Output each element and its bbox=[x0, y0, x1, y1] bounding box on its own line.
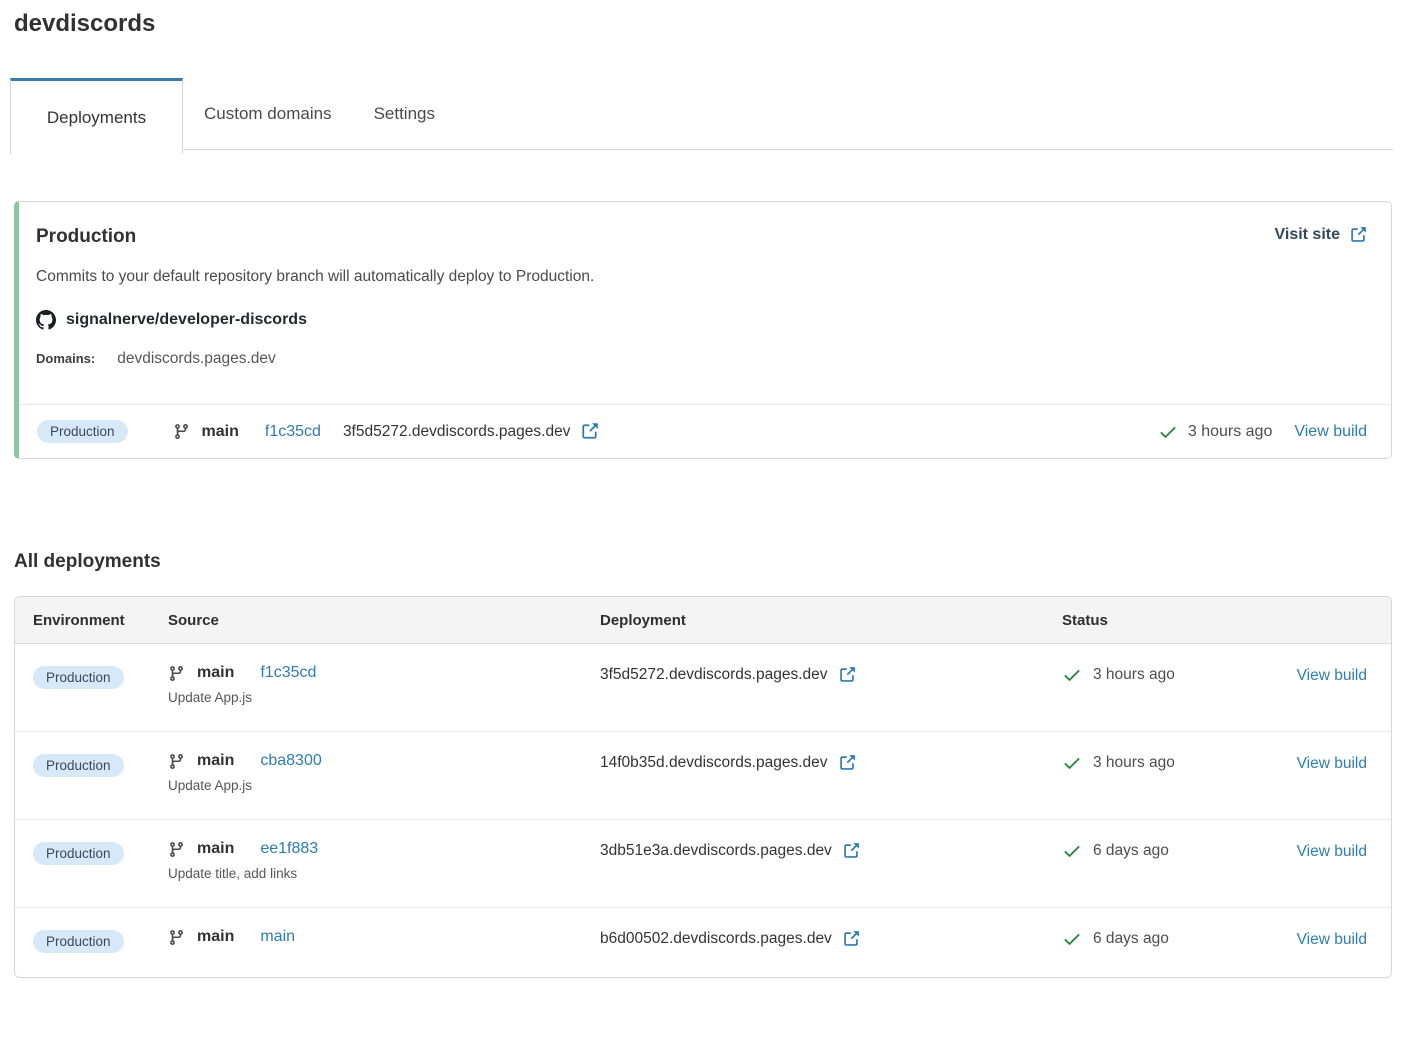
git-branch-icon bbox=[168, 753, 185, 770]
table-row: Production main main b6d00502.devdiscord… bbox=[15, 907, 1391, 977]
commit-link[interactable]: main bbox=[260, 928, 295, 946]
branch-name: main bbox=[197, 840, 234, 858]
deployment-url-link[interactable]: 3f5d5272.devdiscords.pages.dev bbox=[343, 422, 600, 441]
external-link-icon bbox=[842, 842, 860, 860]
commit-link[interactable]: f1c35cd bbox=[265, 423, 321, 441]
production-card: Production Visit site Commits to your de… bbox=[14, 201, 1392, 459]
page: devdiscords Deployments Custom domains S… bbox=[0, 10, 1413, 978]
deployment-url-link[interactable]: b6d00502.devdiscords.pages.dev bbox=[600, 930, 1062, 948]
environment-badge: Production bbox=[37, 420, 128, 443]
external-link-icon bbox=[580, 422, 599, 441]
domains-row: Domains: devdiscords.pages.dev bbox=[36, 350, 1367, 368]
environment-badge: Production bbox=[33, 666, 124, 689]
view-build-link[interactable]: View build bbox=[1297, 667, 1367, 684]
commit-link[interactable]: f1c35cd bbox=[260, 664, 316, 682]
tab-bar-rest: Custom domains Settings bbox=[183, 78, 1393, 150]
visit-site-label: Visit site bbox=[1274, 226, 1340, 244]
tab-custom-domains[interactable]: Custom domains bbox=[183, 104, 353, 124]
view-build-link[interactable]: View build bbox=[1297, 843, 1367, 860]
production-deployment-row: Production main f1c35cd 3f5d5272.devdisc… bbox=[19, 404, 1391, 458]
deployment-time: 6 days ago bbox=[1093, 930, 1169, 948]
deployment-url: 3f5d5272.devdiscords.pages.dev bbox=[600, 666, 828, 684]
tab-deployments-label: Deployments bbox=[47, 108, 146, 128]
git-branch-icon bbox=[173, 423, 190, 440]
deployment-url-link[interactable]: 3f5d5272.devdiscords.pages.dev bbox=[600, 666, 1062, 684]
branch-name: main bbox=[197, 752, 234, 770]
deployments-table: Environment Source Deployment Status Pro… bbox=[14, 596, 1392, 978]
column-header-status: Status bbox=[1062, 612, 1280, 629]
commit-message: Update App.js bbox=[168, 690, 600, 705]
success-check-icon bbox=[1062, 665, 1082, 685]
tab-custom-domains-label: Custom domains bbox=[204, 104, 332, 123]
branch-name: main bbox=[197, 928, 234, 946]
github-icon bbox=[36, 310, 56, 330]
view-build-link[interactable]: View build bbox=[1297, 755, 1367, 772]
production-description: Commits to your default repository branc… bbox=[36, 268, 1367, 286]
git-branch-icon bbox=[168, 929, 185, 946]
success-check-icon bbox=[1062, 753, 1082, 773]
column-header-deployment: Deployment bbox=[600, 612, 1062, 629]
deployment-time: 3 hours ago bbox=[1093, 666, 1175, 684]
all-deployments-title: All deployments bbox=[14, 551, 1413, 573]
tab-deployments[interactable]: Deployments bbox=[10, 78, 183, 154]
domains-label: Domains: bbox=[36, 351, 95, 366]
external-link-icon bbox=[842, 930, 860, 948]
view-build-link[interactable]: View build bbox=[1297, 931, 1367, 948]
column-header-environment: Environment bbox=[33, 612, 168, 629]
branch-name: main bbox=[197, 664, 234, 682]
external-link-icon bbox=[1349, 226, 1367, 244]
commit-link[interactable]: cba8300 bbox=[260, 752, 321, 770]
deployment-url-link[interactable]: 14f0b35d.devdiscords.pages.dev bbox=[600, 754, 1062, 772]
environment-badge: Production bbox=[33, 930, 124, 953]
column-header-source: Source bbox=[168, 612, 600, 629]
production-title: Production bbox=[36, 226, 136, 248]
tab-bar: Deployments Custom domains Settings bbox=[0, 78, 1413, 154]
page-title: devdiscords bbox=[14, 10, 1413, 38]
success-check-icon bbox=[1062, 929, 1082, 949]
table-row: Production main ee1f883 Update title, ad… bbox=[15, 819, 1391, 907]
repository-name: signalnerve/developer-discords bbox=[66, 311, 307, 329]
environment-badge: Production bbox=[33, 842, 124, 865]
external-link-icon bbox=[838, 754, 856, 772]
domains-value: devdiscords.pages.dev bbox=[117, 350, 276, 368]
deployment-url: b6d00502.devdiscords.pages.dev bbox=[600, 930, 832, 948]
branch-name: main bbox=[202, 423, 239, 441]
git-branch-icon bbox=[168, 841, 185, 858]
deployment-time: 6 days ago bbox=[1093, 842, 1169, 860]
production-card-body: Production Visit site Commits to your de… bbox=[19, 202, 1391, 404]
visit-site-link[interactable]: Visit site bbox=[1274, 226, 1367, 244]
git-branch-icon bbox=[168, 665, 185, 682]
environment-badge: Production bbox=[33, 754, 124, 777]
tab-settings-label: Settings bbox=[374, 104, 435, 123]
success-check-icon bbox=[1062, 841, 1082, 861]
view-build-link[interactable]: View build bbox=[1294, 423, 1367, 441]
success-check-icon bbox=[1158, 422, 1178, 442]
deployment-time: 3 hours ago bbox=[1093, 754, 1175, 772]
commit-link[interactable]: ee1f883 bbox=[260, 840, 318, 858]
deployment-url: 3db51e3a.devdiscords.pages.dev bbox=[600, 842, 832, 860]
commit-message: Update App.js bbox=[168, 778, 600, 793]
repository-link[interactable]: signalnerve/developer-discords bbox=[36, 310, 307, 330]
deployment-url-link[interactable]: 3db51e3a.devdiscords.pages.dev bbox=[600, 842, 1062, 860]
external-link-icon bbox=[838, 666, 856, 684]
table-header-row: Environment Source Deployment Status bbox=[15, 597, 1391, 644]
deployment-time: 3 hours ago bbox=[1188, 423, 1273, 441]
commit-message: Update title, add links bbox=[168, 866, 600, 881]
deployment-url: 14f0b35d.devdiscords.pages.dev bbox=[600, 754, 828, 772]
table-row: Production main cba8300 Update App.js 14… bbox=[15, 731, 1391, 819]
tab-settings[interactable]: Settings bbox=[353, 104, 456, 124]
table-row: Production main f1c35cd Update App.js 3f… bbox=[15, 644, 1391, 731]
deployment-url: 3f5d5272.devdiscords.pages.dev bbox=[343, 423, 571, 441]
